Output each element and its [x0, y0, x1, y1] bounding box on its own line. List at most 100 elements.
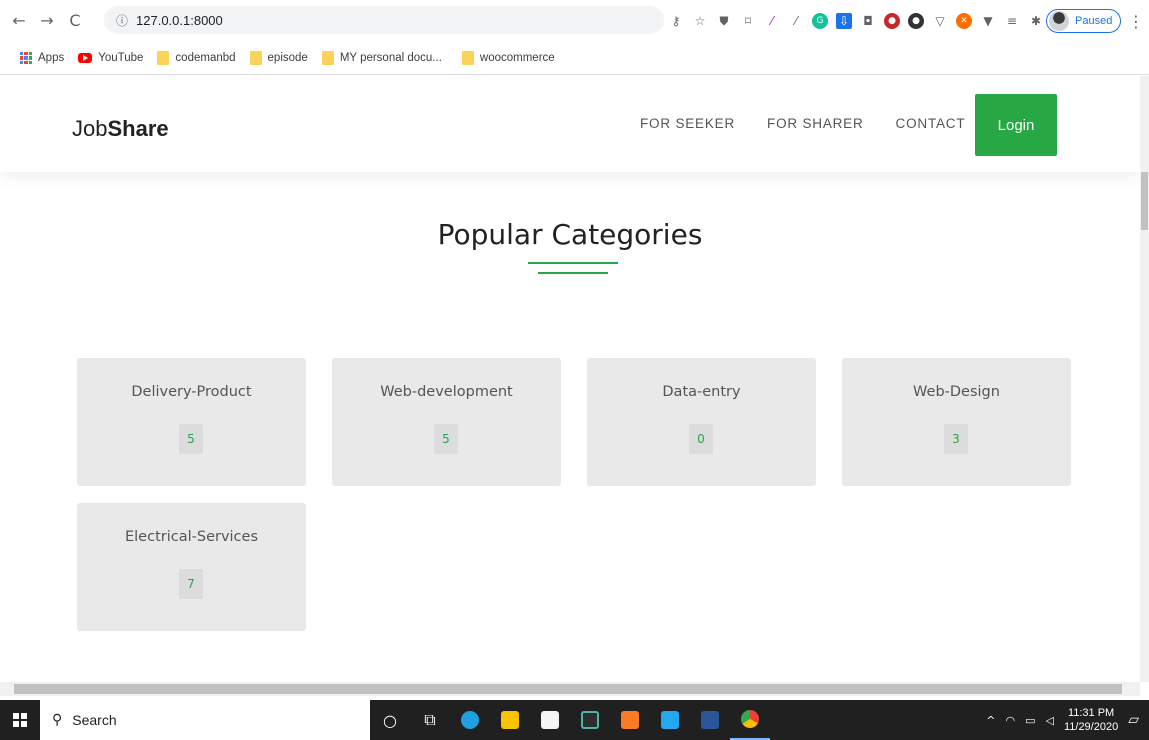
notifications-icon[interactable]: ▱: [1128, 712, 1139, 728]
nav-for-sharer[interactable]: FOR SHARER: [767, 116, 864, 131]
shield-extension-icon[interactable]: ⛊: [716, 13, 732, 29]
youtube-icon: [78, 53, 93, 63]
page-viewport: JobShare FOR SEEKER FOR SHARER CONTACT L…: [0, 76, 1140, 682]
edge-icon[interactable]: [450, 700, 490, 740]
nav-for-seeker[interactable]: FOR SEEKER: [640, 116, 735, 131]
folder-icon: [249, 51, 262, 65]
store-icon[interactable]: [530, 700, 570, 740]
wifi-icon[interactable]: ◠: [1005, 714, 1015, 727]
category-count-badge: 0: [689, 424, 713, 454]
section-title: Popular Categories: [437, 218, 703, 251]
logo-bold-text: Share: [107, 116, 169, 141]
category-name: Delivery-Product: [131, 384, 252, 400]
key-icon[interactable]: ⚷: [668, 13, 684, 29]
bookmark-episode[interactable]: episode: [249, 51, 308, 65]
bookmark-woocommerce[interactable]: woocommerce: [461, 51, 555, 65]
menu-icon[interactable]: ⋮: [1128, 12, 1144, 31]
avatar: [1049, 11, 1069, 31]
start-button[interactable]: [0, 700, 40, 740]
site-logo[interactable]: JobShare: [72, 116, 169, 142]
category-count-badge: 5: [179, 424, 203, 454]
dark-extension-icon[interactable]: ●: [908, 13, 924, 29]
address-bar[interactable]: ⓘ 127.0.0.1:8000: [104, 6, 664, 34]
battery-icon[interactable]: ▭: [1025, 714, 1035, 727]
vertical-scrollbar[interactable]: [1140, 76, 1149, 682]
title-underline: [538, 272, 608, 274]
category-card-electrical-services[interactable]: Electrical-Services 7: [77, 503, 306, 631]
vscode-icon[interactable]: [650, 700, 690, 740]
bookmark-label: YouTube: [98, 52, 144, 64]
profile-button[interactable]: Paused: [1046, 9, 1122, 33]
camera-extension-icon[interactable]: ◘: [860, 13, 876, 29]
folder-icon: [321, 51, 334, 65]
word-icon[interactable]: [690, 700, 730, 740]
xampp-icon[interactable]: [610, 700, 650, 740]
site-nav: FOR SEEKER FOR SHARER CONTACT: [640, 116, 965, 131]
apps-grid-icon: [20, 52, 32, 64]
download-extension-icon[interactable]: ⇩: [836, 13, 852, 29]
category-name: Data-entry: [662, 384, 741, 400]
puzzle-extensions-icon[interactable]: ✱: [1028, 13, 1044, 29]
title-underline: [528, 262, 618, 264]
search-icon: ⚲: [52, 712, 63, 728]
record-extension-icon[interactable]: ●: [884, 13, 900, 29]
cortana-icon[interactable]: ○: [370, 700, 410, 740]
terminal-icon[interactable]: [570, 700, 610, 740]
vue-extension-icon[interactable]: ▽: [932, 13, 948, 29]
login-button[interactable]: Login: [975, 94, 1057, 156]
bookmark-apps[interactable]: Apps: [20, 52, 64, 64]
category-name: Web-development: [380, 384, 513, 400]
category-card-data-entry[interactable]: Data-entry 0: [587, 358, 816, 486]
category-count-badge: 3: [944, 424, 968, 454]
horizontal-scrollbar[interactable]: [0, 682, 1140, 696]
bookmark-label: episode: [267, 52, 308, 64]
orange-extension-icon[interactable]: ✕: [956, 13, 972, 29]
category-name: Web-Design: [913, 384, 1000, 400]
windows-taskbar: ⚲ Search ○ ⧉ ^ ◠ ▭ ◁ 11:31 PM 11/29/2020…: [0, 700, 1149, 740]
category-count-badge: 5: [434, 424, 458, 454]
file-explorer-icon[interactable]: [490, 700, 530, 740]
bookmark-label: woocommerce: [479, 52, 555, 64]
bookmark-youtube[interactable]: YouTube: [78, 52, 143, 64]
logo-light-text: Job: [72, 116, 108, 141]
clock-date: 11/29/2020: [1063, 721, 1119, 733]
bookmark-codemanbd[interactable]: codemanbd: [157, 51, 236, 65]
bookmark-label: codemanbd: [175, 52, 236, 64]
category-card-delivery-product[interactable]: Delivery-Product 5: [77, 358, 306, 486]
category-count-badge: 7: [179, 569, 203, 599]
taskbar-search[interactable]: ⚲ Search: [40, 700, 370, 740]
extensions-bar: ⚷ ☆ ⛊ ⌑ ⁄ ⁄ G ⇩ ◘ ● ● ▽ ✕ ▼ ≡ ✱: [668, 8, 1044, 34]
nav-contact[interactable]: CONTACT: [896, 116, 966, 131]
back-arrow-icon[interactable]: ←: [8, 11, 30, 30]
search-placeholder: Search: [72, 712, 117, 728]
bookmarks-bar: Apps YouTube codemanbd episode MY person…: [0, 42, 1149, 75]
vertical-scroll-thumb[interactable]: [1141, 172, 1148, 230]
chevron-up-icon[interactable]: ^: [986, 714, 995, 727]
task-view-icon[interactable]: ⧉: [410, 700, 450, 740]
bookmark-label: MY personal docu...: [339, 52, 442, 64]
filter-extension-icon[interactable]: ≡: [1004, 13, 1020, 29]
browser-toolbar: ← → C ⓘ 127.0.0.1:8000 ⚷ ☆ ⛊ ⌑ ⁄ ⁄ G ⇩ ◘…: [0, 0, 1149, 42]
folder-icon: [461, 51, 474, 65]
clock-time: 11:31 PM: [1067, 707, 1115, 719]
chrome-icon[interactable]: [730, 700, 770, 740]
volume-icon[interactable]: ◁: [1046, 714, 1054, 727]
vuex-extension-icon[interactable]: ▼: [980, 13, 996, 29]
reload-icon[interactable]: C: [64, 11, 86, 30]
eyedropper-extension-icon[interactable]: ⁄: [788, 13, 804, 29]
grammarly-extension-icon[interactable]: G: [812, 13, 828, 29]
folder-icon: [157, 51, 170, 65]
info-icon[interactable]: ⓘ: [116, 12, 128, 29]
site-header: JobShare FOR SEEKER FOR SHARER CONTACT L…: [0, 76, 1140, 172]
clock[interactable]: 11:31 PM 11/29/2020: [1064, 706, 1118, 734]
horizontal-scroll-thumb[interactable]: [14, 684, 1122, 694]
bookmark-personal-docs[interactable]: MY personal docu...: [321, 51, 442, 65]
windows-icon: [13, 713, 27, 727]
category-card-web-design[interactable]: Web-Design 3: [842, 358, 1071, 486]
forward-arrow-icon[interactable]: →: [36, 11, 58, 30]
category-card-web-development[interactable]: Web-development 5: [332, 358, 561, 486]
profile-status: Paused: [1075, 15, 1113, 27]
screenshot-extension-icon[interactable]: ⌑: [740, 13, 756, 29]
pen-extension-icon[interactable]: ⁄: [764, 13, 780, 29]
star-icon[interactable]: ☆: [692, 13, 708, 29]
